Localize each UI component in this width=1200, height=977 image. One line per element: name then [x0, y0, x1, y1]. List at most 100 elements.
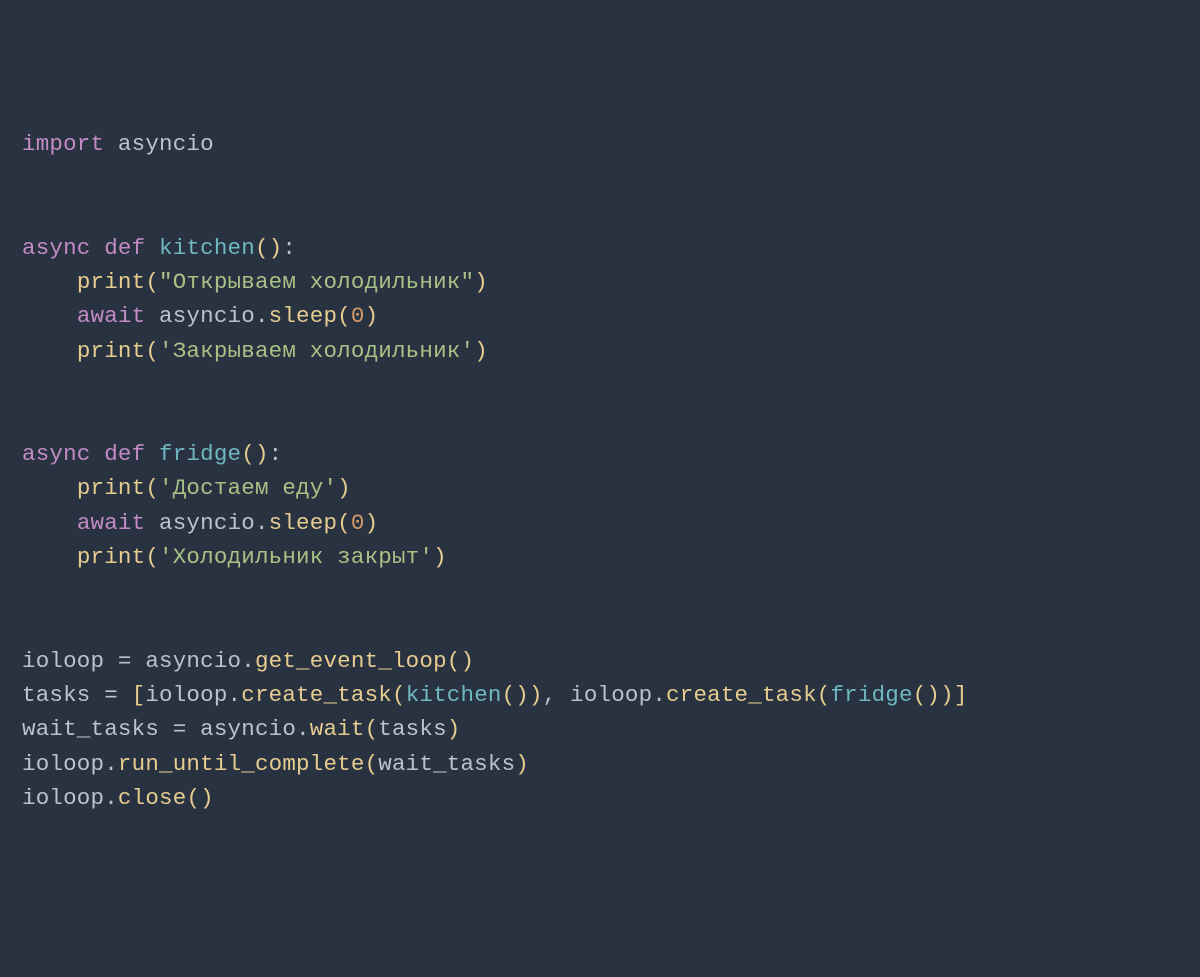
token-punct: .: [104, 751, 118, 777]
token-defname: fridge: [159, 441, 241, 467]
token-paren: (: [145, 475, 159, 501]
token-keyword: await: [77, 510, 159, 536]
code-line[interactable]: print('Холодильник закрыт'): [22, 540, 1178, 574]
token-call: sleep: [269, 510, 338, 536]
token-module: [22, 510, 77, 536]
token-paren: [: [132, 682, 146, 708]
token-paren: ): [365, 510, 379, 536]
code-block[interactable]: import asyncio async def kitchen(): prin…: [22, 127, 1178, 815]
token-punct: .: [104, 785, 118, 811]
token-punct: =: [118, 648, 132, 674]
token-number: 0: [351, 510, 365, 536]
token-paren: (: [337, 510, 351, 536]
token-paren: (: [145, 269, 159, 295]
code-line[interactable]: tasks = [ioloop.create_task(kitchen()), …: [22, 678, 1178, 712]
token-module: ioloop: [22, 785, 104, 811]
token-paren: (): [186, 785, 213, 811]
token-module: tasks: [378, 716, 447, 742]
code-line[interactable]: [22, 403, 1178, 437]
token-string: 'Закрываем холодильник': [159, 338, 474, 364]
token-module: ioloop: [556, 682, 652, 708]
code-line[interactable]: async def fridge():: [22, 437, 1178, 471]
token-paren: ()): [502, 682, 543, 708]
token-module: wait_tasks: [378, 751, 515, 777]
token-callteal: kitchen: [406, 682, 502, 708]
token-string: "Открываем холодильник": [159, 269, 474, 295]
token-module: ioloop: [22, 648, 118, 674]
code-line[interactable]: [22, 162, 1178, 196]
code-line[interactable]: async def kitchen():: [22, 231, 1178, 265]
code-line[interactable]: wait_tasks = asyncio.wait(tasks): [22, 712, 1178, 746]
token-keyword: await: [77, 303, 159, 329]
token-punct: =: [104, 682, 118, 708]
token-module: asyncio: [159, 303, 255, 329]
token-paren: ): [365, 303, 379, 329]
token-keyword: async: [22, 441, 104, 467]
token-keyword: def: [104, 441, 159, 467]
token-string: 'Достаем еду': [159, 475, 337, 501]
token-paren: (): [447, 648, 474, 674]
token-paren: ): [447, 716, 461, 742]
token-keyword: import: [22, 131, 118, 157]
token-keyword: async: [22, 235, 104, 261]
token-call: print: [77, 269, 146, 295]
token-punct: ,: [543, 682, 557, 708]
token-module: tasks: [22, 682, 104, 708]
code-line[interactable]: [22, 575, 1178, 609]
token-module: [22, 338, 77, 364]
token-paren: ()): [913, 682, 954, 708]
token-defname: kitchen: [159, 235, 255, 261]
token-paren: ]: [954, 682, 968, 708]
token-paren: ): [474, 338, 488, 364]
token-call: print: [77, 338, 146, 364]
token-punct: .: [652, 682, 666, 708]
code-line[interactable]: print('Достаем еду'): [22, 471, 1178, 505]
token-punct: .: [228, 682, 242, 708]
token-module: asyncio: [132, 648, 242, 674]
code-line[interactable]: ioloop = asyncio.get_event_loop(): [22, 644, 1178, 678]
token-keyword: def: [104, 235, 159, 261]
code-line[interactable]: [22, 196, 1178, 230]
code-line[interactable]: ioloop.run_until_complete(wait_tasks): [22, 747, 1178, 781]
token-punct: .: [255, 303, 269, 329]
token-paren: (: [392, 682, 406, 708]
token-call: create_task: [666, 682, 817, 708]
code-line[interactable]: print('Закрываем холодильник'): [22, 334, 1178, 368]
token-paren: ): [433, 544, 447, 570]
token-call: close: [118, 785, 187, 811]
code-line[interactable]: await asyncio.sleep(0): [22, 506, 1178, 540]
code-line[interactable]: print("Открываем холодильник"): [22, 265, 1178, 299]
token-call: sleep: [269, 303, 338, 329]
token-paren: ): [337, 475, 351, 501]
token-paren: (: [817, 682, 831, 708]
token-call: run_until_complete: [118, 751, 365, 777]
token-punct: :: [269, 441, 283, 467]
token-paren: (: [145, 338, 159, 364]
token-call: print: [77, 475, 146, 501]
token-punct: .: [241, 648, 255, 674]
token-paren: (: [365, 716, 379, 742]
code-line[interactable]: await asyncio.sleep(0): [22, 299, 1178, 333]
token-string: 'Холодильник закрыт': [159, 544, 433, 570]
token-paren: ): [474, 269, 488, 295]
token-paren: ): [515, 751, 529, 777]
token-punct: =: [173, 716, 187, 742]
token-module: [22, 303, 77, 329]
token-punct: .: [296, 716, 310, 742]
token-paren: (: [145, 544, 159, 570]
token-paren: (): [255, 235, 282, 261]
code-line[interactable]: [22, 368, 1178, 402]
token-call: wait: [310, 716, 365, 742]
token-module: asyncio: [118, 131, 214, 157]
code-line[interactable]: [22, 609, 1178, 643]
token-module: wait_tasks: [22, 716, 173, 742]
code-line[interactable]: ioloop.close(): [22, 781, 1178, 815]
token-module: asyncio: [186, 716, 296, 742]
token-number: 0: [351, 303, 365, 329]
token-module: [118, 682, 132, 708]
token-paren: (: [365, 751, 379, 777]
code-line[interactable]: import asyncio: [22, 127, 1178, 161]
token-module: [22, 544, 77, 570]
token-call: create_task: [241, 682, 392, 708]
token-paren: (): [241, 441, 268, 467]
